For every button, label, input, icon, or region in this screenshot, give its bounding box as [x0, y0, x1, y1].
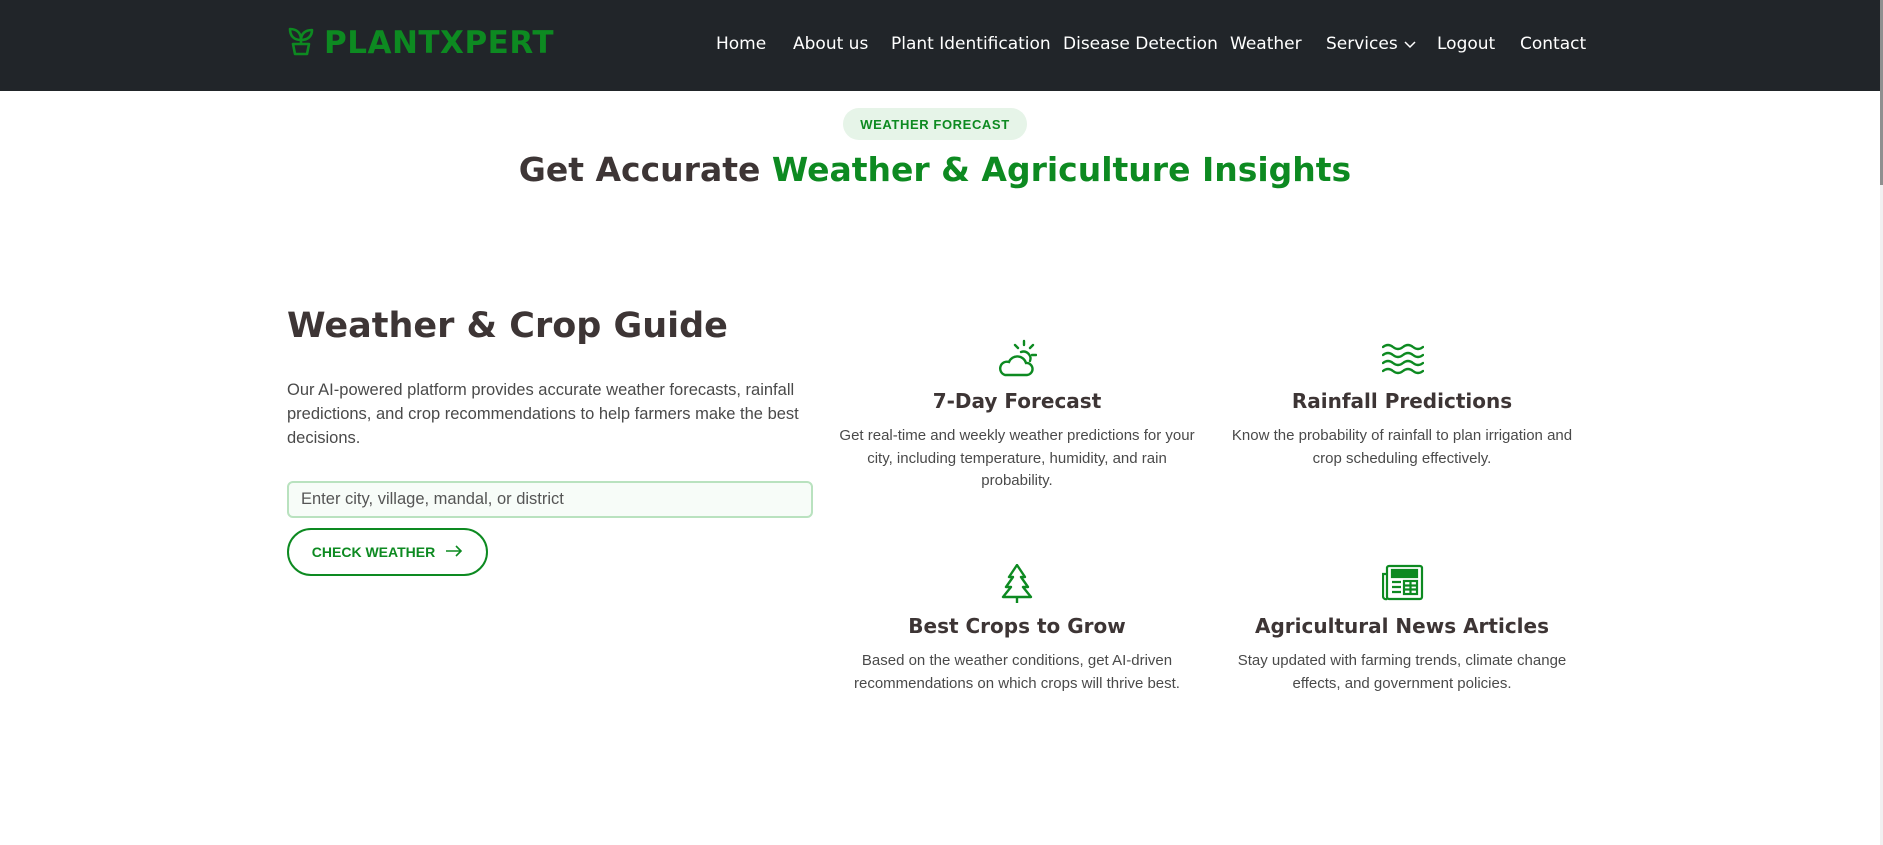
nav-services[interactable]: Services	[1326, 30, 1416, 58]
nav-home[interactable]: Home	[716, 30, 766, 58]
chevron-down-icon	[1404, 30, 1416, 58]
arrow-right-icon	[445, 544, 463, 560]
page-title: Get Accurate Weather & Agriculture Insig…	[0, 150, 1870, 189]
feature-description: Stay updated with farming trends, climat…	[1237, 652, 1567, 692]
newspaper-icon	[1381, 564, 1424, 604]
tree-icon	[997, 563, 1037, 604]
nav-disease-detection[interactable]: Disease Detection	[1063, 30, 1218, 58]
feature-description: Know the probability of rainfall to plan…	[1231, 427, 1573, 467]
check-weather-label: CHECK WEATHER	[311, 544, 436, 560]
feature-title: 7-Day Forecast	[932, 389, 1102, 413]
feature-title: Rainfall Predictions	[1291, 389, 1513, 413]
page-title-plain: Get Accurate	[518, 150, 772, 189]
feature-description: Based on the weather conditions, get AI-…	[854, 652, 1180, 692]
guide-title: Weather & Crop Guide	[287, 306, 728, 346]
nav-contact[interactable]: Contact	[1520, 30, 1586, 58]
feature-title: Best Crops to Grow	[908, 614, 1126, 638]
nav-plant-identification[interactable]: Plant Identification	[891, 30, 1051, 58]
nav-weather[interactable]: Weather	[1230, 30, 1302, 58]
page-title-accent: Weather & Agriculture Insights	[771, 150, 1352, 189]
brand-name: PLANTXPERT	[324, 25, 554, 61]
site-header: PLANTXPERT Home About us Plant Identific…	[0, 0, 1880, 91]
nav-logout[interactable]: Logout	[1437, 30, 1495, 58]
feature-title: Agricultural News Articles	[1254, 614, 1550, 638]
nav-services-label: Services	[1326, 34, 1398, 54]
water-waves-icon	[1381, 339, 1425, 379]
cloud-sun-icon	[997, 339, 1038, 379]
sprout-icon	[288, 26, 314, 61]
check-weather-button[interactable]: CHECK WEATHER	[287, 528, 488, 576]
section-badge: WEATHER FORECAST	[843, 108, 1027, 140]
nav-about-us[interactable]: About us	[793, 30, 868, 58]
brand-logo[interactable]: PLANTXPERT	[288, 24, 554, 62]
location-search-input[interactable]	[287, 481, 813, 518]
guide-description: Our AI-powered platform provides accurat…	[287, 381, 799, 447]
feature-description: Get real-time and weekly weather predict…	[839, 427, 1195, 489]
